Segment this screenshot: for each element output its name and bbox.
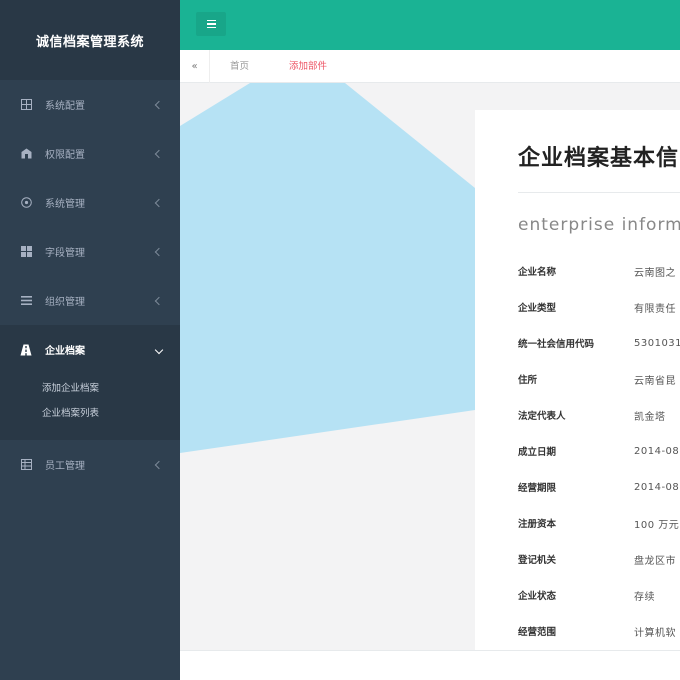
- target-icon: [20, 197, 32, 209]
- sidebar-item-field-management[interactable]: 字段管理: [0, 227, 180, 276]
- info-label: 住所: [518, 375, 538, 386]
- card-title: 企业档案基本信: [518, 146, 680, 171]
- road-icon: [20, 344, 32, 356]
- info-label: 成立日期: [518, 447, 557, 458]
- double-chevron-left-icon: «: [191, 60, 198, 72]
- info-value: 5301031: [634, 337, 680, 349]
- info-label: 注册资本: [518, 519, 557, 530]
- sidebar-item-system-config[interactable]: 系统配置: [0, 80, 180, 129]
- menu-icon-bar: [206, 26, 216, 29]
- info-value: 云南图之: [634, 267, 676, 279]
- sidebar-item-org-management[interactable]: 组织管理: [0, 276, 180, 325]
- sidebar-item-enterprise-archive[interactable]: 企业档案: [0, 325, 180, 374]
- sidebar-item-permission-config[interactable]: 权限配置: [0, 129, 180, 178]
- sidebar-item-label: 员工管理: [45, 461, 85, 472]
- chevron-left-icon: [154, 149, 164, 158]
- sidebar-menu: 系统配置 权限配置 系统管理 字段管理 组织管理 企业档案 添加企业档案 企业档…: [0, 80, 180, 489]
- info-row: 经营期限 2014-08: [518, 469, 680, 505]
- info-value: 100 万元: [634, 519, 680, 531]
- info-value: 计算机软: [634, 627, 676, 639]
- info-row: 企业状态 存续: [518, 577, 680, 613]
- divider: [518, 192, 680, 193]
- building-icon: [20, 148, 32, 160]
- sidebar-item-label: 系统管理: [45, 199, 85, 210]
- list-icon: [20, 295, 32, 307]
- sidebar-item-label: 企业档案: [45, 346, 85, 357]
- info-value: 凯金塔: [634, 411, 666, 423]
- info-label: 统一社会信用代码: [518, 339, 595, 350]
- sidebar-item-label: 权限配置: [45, 150, 85, 161]
- info-label: 企业状态: [518, 591, 557, 602]
- sidebar-item-employee-management[interactable]: 员工管理: [0, 440, 180, 489]
- footer: [180, 650, 680, 680]
- table-icon: [20, 246, 32, 258]
- chevron-left-icon: [154, 198, 164, 207]
- info-row: 统一社会信用代码 5301031: [518, 325, 680, 361]
- info-row: 住所 云南省昆: [518, 361, 680, 397]
- decor-shape: [180, 83, 475, 453]
- chevron-left-icon: [154, 296, 164, 305]
- sidebar-toggle-button[interactable]: [196, 12, 226, 36]
- submenu-item-archive-list[interactable]: 企业档案列表: [0, 401, 180, 426]
- sidebar: 诚信档案管理系统 系统配置 权限配置 系统管理 字段管理 组织管理 企业档案 添…: [0, 0, 180, 680]
- info-value: 有限责任: [634, 303, 676, 315]
- info-row: 企业类型 有限责任: [518, 289, 680, 325]
- tab-add-component[interactable]: 添加部件: [269, 50, 347, 83]
- info-label: 企业名称: [518, 267, 557, 278]
- card-subtitle: enterprise inform: [518, 215, 680, 235]
- table-icon: [20, 459, 32, 471]
- sidebar-item-label: 字段管理: [45, 248, 85, 259]
- menu-icon-bar: [206, 23, 216, 25]
- menu-icon-bar: [206, 19, 216, 22]
- chevron-left-icon: [154, 460, 164, 469]
- chevron-left-icon: [154, 100, 164, 109]
- info-label: 登记机关: [518, 555, 557, 566]
- info-label: 经营期限: [518, 483, 557, 494]
- info-row: 法定代表人 凯金塔: [518, 397, 680, 433]
- info-list: 企业名称 云南图之 企业类型 有限责任 统一社会信用代码 5301031 住所 云南省昆…: [518, 253, 680, 649]
- info-value: 2014-08: [634, 445, 680, 457]
- sidebar-item-system-management[interactable]: 系统管理: [0, 178, 180, 227]
- info-value: 盘龙区市: [634, 555, 676, 567]
- chevron-down-icon: [154, 345, 164, 354]
- info-row: 成立日期 2014-08: [518, 433, 680, 469]
- info-label: 企业类型: [518, 303, 557, 314]
- info-row: 企业名称 云南图之: [518, 253, 680, 289]
- chevron-left-icon: [154, 247, 164, 256]
- info-value: 存续: [634, 591, 655, 603]
- info-row: 注册资本 100 万元: [518, 505, 680, 541]
- content-tabs: « 首页 添加部件: [180, 49, 680, 83]
- sidebar-item-label: 组织管理: [45, 297, 85, 308]
- tab-scroll-left-button[interactable]: «: [180, 49, 210, 83]
- info-value: 云南省昆: [634, 375, 676, 387]
- app-title: 诚信档案管理系统: [0, 0, 180, 80]
- enterprise-info-card: 企业档案基本信 enterprise inform 企业名称 云南图之 企业类型 有…: [475, 110, 680, 650]
- submenu-item-add-archive[interactable]: 添加企业档案: [0, 376, 180, 401]
- info-row: 登记机关 盘龙区市: [518, 541, 680, 577]
- enterprise-archive-submenu: 添加企业档案 企业档案列表: [0, 374, 180, 440]
- info-value: 2014-08: [634, 481, 680, 493]
- info-label: 法定代表人: [518, 411, 566, 422]
- top-navbar: [180, 0, 680, 50]
- tab-home[interactable]: 首页: [210, 50, 269, 83]
- sidebar-item-label: 系统配置: [45, 101, 85, 112]
- info-label: 经营范围: [518, 627, 557, 638]
- grid-icon: [20, 99, 32, 111]
- info-row: 经营范围 计算机软: [518, 613, 680, 649]
- main-content: 企业档案基本信 enterprise inform 企业名称 云南图之 企业类型 有…: [180, 83, 680, 650]
